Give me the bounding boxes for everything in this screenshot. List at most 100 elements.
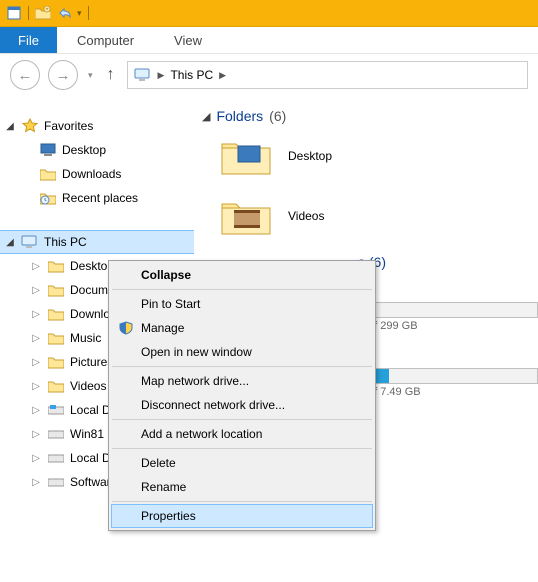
nav-row: ← → ▾ ↑ ▶ This PC ▶ [0, 54, 538, 96]
drive-free-text: of 299 GB [368, 320, 538, 332]
item-label: Videos [288, 209, 324, 223]
menu-label: Pin to Start [141, 297, 200, 311]
new-folder-icon[interactable]: ✦ [35, 5, 51, 21]
folder-item-videos[interactable]: Videos [220, 194, 538, 238]
expand-icon[interactable]: ▷ [30, 405, 42, 416]
expand-icon[interactable]: ▷ [30, 261, 42, 272]
menu-separator [112, 448, 372, 449]
menu-collapse[interactable]: Collapse [111, 263, 373, 287]
folder-icon [38, 167, 58, 181]
folder-icon [46, 307, 66, 321]
menu-label: Properties [141, 509, 196, 523]
folder-icon [46, 283, 66, 297]
tree-favorites[interactable]: ◢ Favorites [0, 114, 194, 138]
properties-icon[interactable] [6, 5, 22, 21]
view-tab[interactable]: View [154, 27, 222, 53]
folder-icon [46, 379, 66, 393]
chevron-right-icon[interactable]: ▶ [219, 70, 226, 81]
expand-icon[interactable]: ▷ [30, 333, 42, 344]
group-title: Folders [216, 108, 263, 124]
tree-this-pc[interactable]: ◢ This PC [0, 230, 194, 254]
drive-item-h[interactable]: :) of 7.49 GB [368, 350, 538, 398]
menu-label: Delete [141, 456, 176, 470]
breadcrumb-label: This PC [170, 68, 213, 82]
tree-fav-downloads[interactable]: Downloads [0, 162, 194, 186]
menu-manage[interactable]: Manage [111, 316, 373, 340]
separator [28, 6, 29, 20]
item-label: Desktop [288, 149, 332, 163]
shield-icon [117, 321, 135, 335]
drive-free-text: of 7.49 GB [368, 386, 538, 398]
drive-label-trail: :) [368, 284, 538, 298]
tree-label: Recent places [62, 191, 138, 205]
menu-separator [112, 501, 372, 502]
computer-tab[interactable]: Computer [57, 27, 154, 53]
menu-map-drive[interactable]: Map network drive... [111, 369, 373, 393]
history-dropdown-icon[interactable]: ▾ [88, 70, 93, 81]
folder-icon [46, 331, 66, 345]
address-bar[interactable]: ▶ This PC ▶ [127, 61, 528, 89]
collapse-icon[interactable]: ◢ [4, 237, 16, 248]
drive-item-c[interactable]: :) of 299 GB [368, 284, 538, 332]
drive-icon [46, 451, 66, 465]
menu-separator [112, 366, 372, 367]
menu-delete[interactable]: Delete [111, 451, 373, 475]
menu-label: Rename [141, 480, 186, 494]
menu-label: Add a network location [141, 427, 262, 441]
tree-label: Music [70, 331, 101, 345]
recent-icon [38, 191, 58, 205]
undo-icon[interactable] [57, 5, 73, 21]
tree-fav-desktop[interactable]: Desktop [0, 138, 194, 162]
tree-fav-recent[interactable]: Recent places [0, 186, 194, 210]
drive-icon [46, 403, 66, 417]
context-menu: Collapse Pin to Start Manage Open in new… [108, 260, 376, 531]
collapse-icon[interactable]: ◢ [4, 121, 16, 132]
expand-icon[interactable]: ▷ [30, 477, 42, 488]
menu-label: Disconnect network drive... [141, 398, 285, 412]
drive-usage-bar [368, 302, 538, 318]
forward-button[interactable]: → [48, 60, 78, 90]
expand-icon[interactable]: ▷ [30, 429, 42, 440]
qat-dropdown-icon[interactable]: ▾ [77, 8, 82, 19]
file-tab[interactable]: File [0, 27, 57, 53]
menu-label: Collapse [141, 268, 191, 282]
tree-label: Desktop [62, 143, 106, 157]
back-button[interactable]: ← [10, 60, 40, 90]
folder-large-icon [220, 194, 272, 238]
drive-icon [46, 475, 66, 489]
tree-label: Downloads [62, 167, 121, 181]
expand-icon[interactable]: ▷ [30, 381, 42, 392]
menu-label: Open in new window [141, 345, 252, 359]
menu-label: Map network drive... [141, 374, 249, 388]
chevron-right-icon[interactable]: ▶ [158, 70, 165, 81]
expand-icon[interactable]: ▷ [30, 309, 42, 320]
menu-rename[interactable]: Rename [111, 475, 373, 499]
ribbon-tabs: File Computer View [0, 27, 538, 54]
collapse-icon[interactable]: ◢ [202, 110, 210, 123]
title-bar: ✦ ▾ [0, 0, 538, 27]
tree-label: Pictures [70, 355, 113, 369]
menu-separator [112, 289, 372, 290]
up-button[interactable]: ↑ [103, 66, 119, 84]
menu-pin-to-start[interactable]: Pin to Start [111, 292, 373, 316]
star-icon [20, 118, 40, 134]
menu-add-network-location[interactable]: Add a network location [111, 422, 373, 446]
menu-properties[interactable]: Properties [111, 504, 373, 528]
menu-open-new-window[interactable]: Open in new window [111, 340, 373, 364]
expand-icon[interactable]: ▷ [30, 453, 42, 464]
expand-icon[interactable]: ▷ [30, 285, 42, 296]
expand-icon[interactable]: ▷ [30, 357, 42, 368]
menu-label: Manage [141, 321, 184, 335]
quick-access-toolbar: ✦ ▾ [6, 5, 89, 21]
tree-label: This PC [44, 235, 87, 249]
folders-group-header[interactable]: ◢ Folders (6) [202, 108, 538, 124]
svg-text:✦: ✦ [44, 6, 49, 13]
tree-label: Videos [70, 379, 106, 393]
desktop-icon [38, 143, 58, 157]
breadcrumb[interactable]: ▶ This PC ▶ [158, 68, 227, 82]
tree-label: Favorites [44, 119, 93, 133]
folder-item-desktop[interactable]: Desktop [220, 134, 538, 178]
drive-icon [46, 427, 66, 441]
menu-disconnect-drive[interactable]: Disconnect network drive... [111, 393, 373, 417]
drive-usage-bar [368, 368, 538, 384]
